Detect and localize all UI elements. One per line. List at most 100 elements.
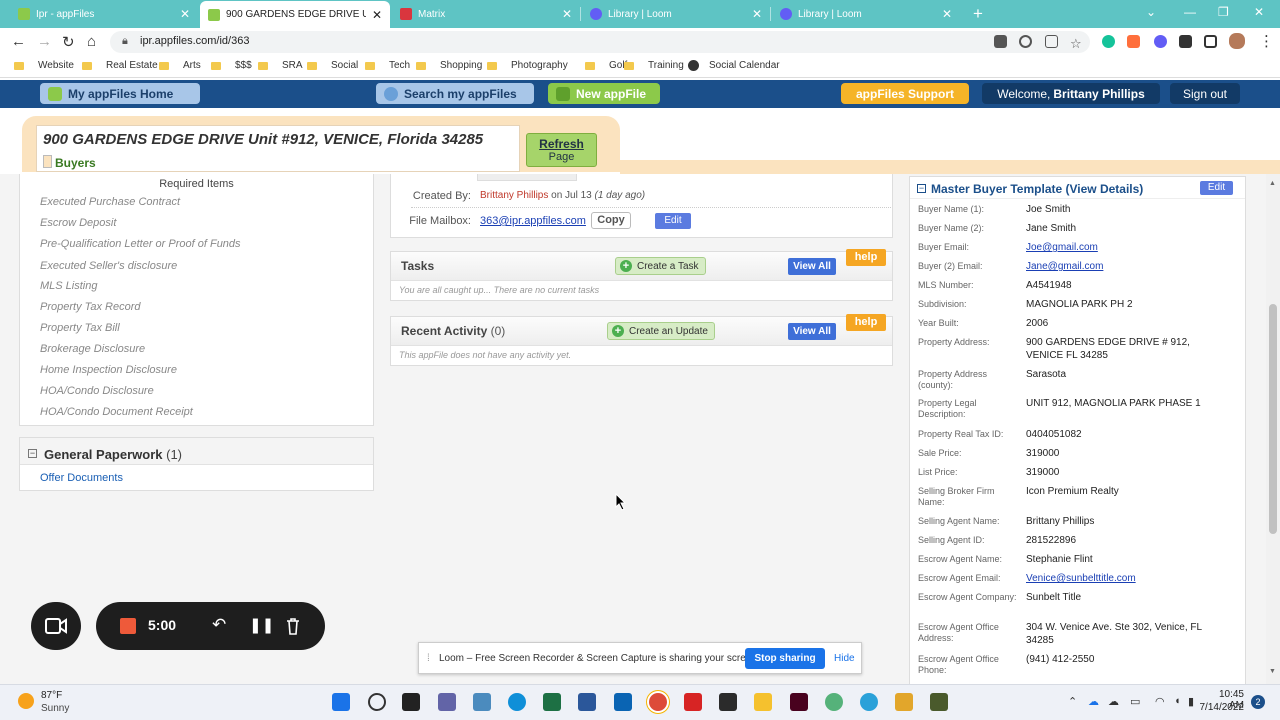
reload-icon[interactable]: ↻ xyxy=(62,33,75,51)
bookmark-training[interactable]: Training xyxy=(624,60,684,71)
camera-icon[interactable] xyxy=(994,35,1007,48)
refresh-page-button[interactable]: Refresh Page xyxy=(526,133,597,167)
grammarly-icon[interactable] xyxy=(1102,35,1115,48)
close-icon[interactable]: ✕ xyxy=(562,8,572,20)
battery-icon[interactable]: ▮ xyxy=(1188,695,1194,708)
close-icon[interactable]: ✕ xyxy=(180,8,190,20)
page-scrollbar[interactable]: ▲ ▼ xyxy=(1266,174,1280,684)
bookmark-arts[interactable]: Arts xyxy=(159,60,201,71)
hide-link[interactable]: Hide xyxy=(834,653,855,664)
required-item[interactable]: Property Tax Bill xyxy=(40,322,120,334)
required-item[interactable]: Escrow Deposit xyxy=(40,217,116,229)
close-icon[interactable]: ✕ xyxy=(372,9,382,21)
zoom-icon[interactable] xyxy=(1019,35,1032,48)
collapse-icon[interactable]: − xyxy=(917,184,926,193)
edge-icon[interactable] xyxy=(508,693,526,711)
acrobat-icon[interactable] xyxy=(684,693,702,711)
tab-property[interactable]: 900 GARDENS EDGE DRIVE Unit ✕ xyxy=(200,1,390,28)
new-appfile-button[interactable]: New appFile xyxy=(548,83,660,104)
app-icon[interactable] xyxy=(930,693,948,711)
excel-icon[interactable] xyxy=(543,693,561,711)
task-view-icon[interactable] xyxy=(402,693,420,711)
required-item[interactable]: Executed Seller's disclosure xyxy=(40,260,177,272)
copy-mailbox-button[interactable]: Copy xyxy=(591,212,631,229)
bookmark-social[interactable]: Social xyxy=(307,60,358,71)
required-item[interactable]: Brokerage Disclosure xyxy=(40,343,145,355)
extension-icon[interactable] xyxy=(1127,35,1140,48)
back-arrow-icon[interactable]: ← xyxy=(11,33,26,50)
url-field[interactable]: 🔒︎ ipr.appfiles.com/id/363 xyxy=(110,31,1090,53)
tab-matrix[interactable]: Matrix ✕ xyxy=(392,2,580,26)
share-icon[interactable] xyxy=(1045,35,1058,48)
bookmark-website[interactable]: Website xyxy=(14,60,74,71)
scroll-down-icon[interactable]: ▼ xyxy=(1269,668,1276,675)
scroll-up-icon[interactable]: ▲ xyxy=(1269,180,1276,187)
close-icon[interactable]: ✕ xyxy=(752,8,762,20)
bookmark-sra[interactable]: SRA xyxy=(258,60,303,71)
bookmark-shopping[interactable]: Shopping xyxy=(416,60,482,71)
template-edit-button[interactable]: Edit xyxy=(1200,181,1233,195)
teams-chat-icon[interactable] xyxy=(438,693,456,711)
my-appfiles-home-button[interactable]: My appFiles Home xyxy=(40,83,200,104)
template-field-value[interactable]: Joe@gmail.com xyxy=(1026,241,1226,254)
bookmark-star-icon[interactable]: ☆ xyxy=(1070,35,1083,50)
search-appfiles-button[interactable]: Search my appFiles xyxy=(376,83,534,104)
stop-sharing-button[interactable]: Stop sharing xyxy=(745,648,825,669)
wifi-icon[interactable]: ◠ xyxy=(1155,695,1165,708)
template-field-value[interactable]: Venice@sunbelttitle.com xyxy=(1026,572,1226,585)
create-task-button[interactable]: + Create a Task xyxy=(615,257,706,275)
drag-handle-icon[interactable]: ⁞ xyxy=(427,653,430,664)
bookmark-golf[interactable]: Golf xyxy=(585,60,627,71)
mailbox-link[interactable]: 363@ipr.appfiles.com xyxy=(480,215,586,227)
loom-camera-button[interactable] xyxy=(31,602,81,650)
word-icon[interactable] xyxy=(578,693,596,711)
menu-dots-icon[interactable]: ⋮ xyxy=(1259,32,1274,50)
window-close-icon[interactable]: ✕ xyxy=(1254,5,1264,19)
sign-out-link[interactable]: Sign out xyxy=(1170,83,1240,104)
required-item[interactable]: Property Tax Record xyxy=(40,301,140,313)
offer-documents-link[interactable]: Offer Documents xyxy=(40,472,123,484)
required-item[interactable]: Executed Purchase Contract xyxy=(40,196,180,208)
calculator-icon[interactable] xyxy=(473,693,491,711)
outlook-icon[interactable] xyxy=(614,693,632,711)
required-item[interactable]: HOA/Condo Document Receipt xyxy=(40,406,193,418)
bookmark-tech[interactable]: Tech xyxy=(365,60,410,71)
windows-start-icon[interactable] xyxy=(332,693,350,711)
forward-arrow-icon[interactable]: → xyxy=(37,33,52,50)
sun-icon[interactable] xyxy=(18,693,34,709)
undo-icon[interactable]: ↶ xyxy=(212,615,226,635)
new-tab-plus-icon[interactable]: + xyxy=(973,4,983,24)
required-item[interactable]: HOA/Condo Disclosure xyxy=(40,385,154,397)
collapse-icon[interactable]: − xyxy=(28,449,37,458)
tab-loom-library-2[interactable]: Library | Loom ✕ xyxy=(772,2,960,26)
maximize-icon[interactable]: ❐ xyxy=(1218,5,1229,19)
search-icon[interactable] xyxy=(368,693,386,711)
scroll-thumb[interactable] xyxy=(1269,304,1277,534)
chevron-up-icon[interactable]: ⌃ xyxy=(1068,695,1077,708)
pause-icon[interactable]: ❚❚ xyxy=(249,616,274,634)
file-explorer-icon[interactable] xyxy=(754,693,772,711)
chrome-icon[interactable] xyxy=(649,693,667,711)
taskbar-date[interactable]: 7/14/2022 xyxy=(1196,702,1245,713)
edit-mailbox-button[interactable]: Edit xyxy=(655,213,691,229)
cloud-icon[interactable]: ☁ xyxy=(1108,695,1119,708)
pen-app-icon[interactable] xyxy=(719,693,737,711)
appfiles-support-button[interactable]: appFiles Support xyxy=(841,83,969,104)
display-icon[interactable]: ▭ xyxy=(1130,695,1140,708)
template-field-value[interactable]: Jane@gmail.com xyxy=(1026,260,1226,273)
required-item[interactable]: Home Inspection Disclosure xyxy=(40,364,177,376)
close-icon[interactable]: ✕ xyxy=(942,8,952,20)
volume-icon[interactable]: ◖ xyxy=(1174,695,1181,707)
minimize-icon[interactable]: — xyxy=(1184,5,1196,19)
bookmark-money[interactable]: $$$ xyxy=(211,60,252,71)
stop-recording-icon[interactable] xyxy=(120,618,136,634)
bookmark-photography[interactable]: Photography xyxy=(487,60,568,71)
create-update-button[interactable]: + Create an Update xyxy=(607,322,715,340)
loom-extension-icon[interactable] xyxy=(1154,35,1167,48)
home-icon[interactable]: ⌂ xyxy=(87,33,96,50)
onedrive-icon[interactable]: ☁ xyxy=(1088,695,1099,708)
snipping-tool-icon[interactable] xyxy=(895,693,913,711)
required-item[interactable]: MLS Listing xyxy=(40,280,97,292)
buyers-label[interactable]: Buyers xyxy=(43,155,96,170)
tab-loom-library-1[interactable]: Library | Loom ✕ xyxy=(582,2,770,26)
